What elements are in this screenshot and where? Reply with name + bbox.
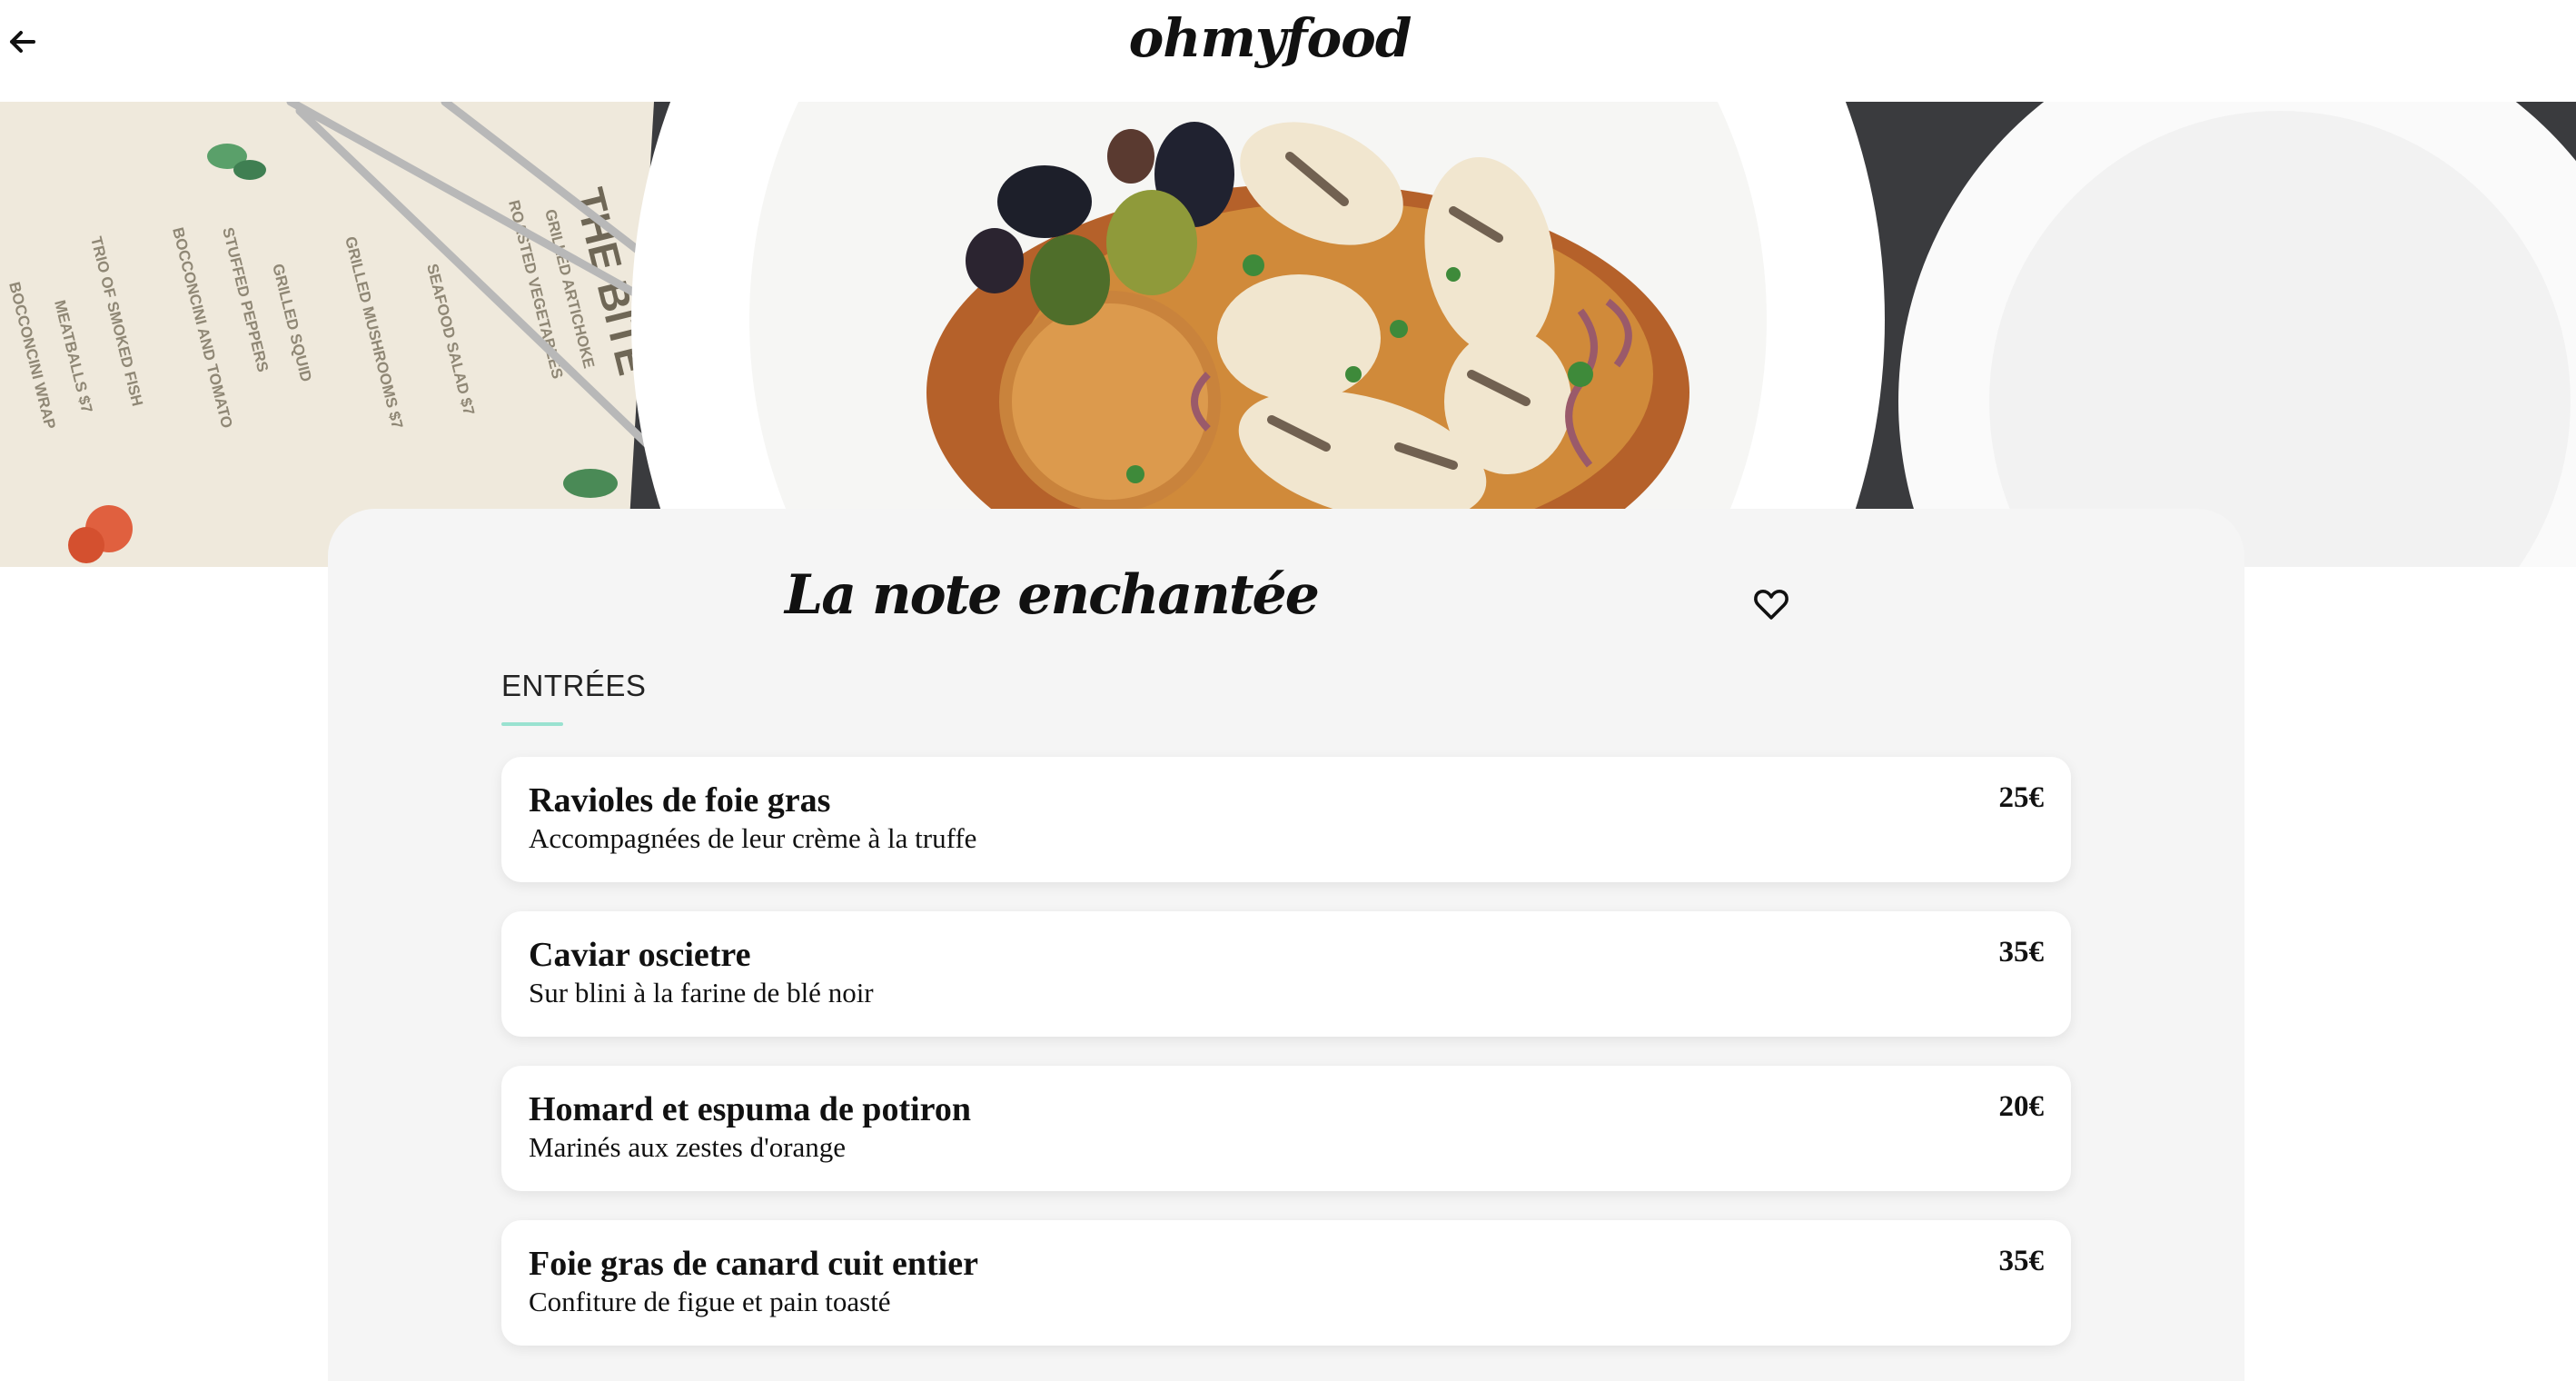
favorite-button[interactable]: [1753, 587, 1789, 621]
dish-description: Accompagnées de leur crème à la truffe: [529, 822, 977, 854]
brand-logo[interactable]: ohmyfood: [0, 7, 2540, 69]
dish-name: Ravioles de foie gras: [529, 781, 831, 820]
dish-list: Ravioles de foie gras Accompagnées de le…: [501, 757, 2071, 1375]
dish-name: Foie gras de canard cuit entier: [529, 1245, 978, 1283]
heart-outline-icon: [1754, 590, 1788, 620]
dish-description: Sur blini à la farine de blé noir: [529, 977, 874, 1008]
dish-price: 20€: [1998, 1090, 2045, 1123]
section-underline: [501, 722, 563, 726]
dish-name: Caviar oscietre: [529, 936, 751, 974]
dish-card[interactable]: Homard et espuma de potiron Marinés aux …: [501, 1066, 2071, 1191]
restaurant-title: La note enchantée: [785, 563, 1320, 627]
top-bar: ohmyfood: [0, 0, 2576, 102]
dish-card[interactable]: Foie gras de canard cuit entier Confitur…: [501, 1220, 2071, 1346]
dish-name: Homard et espuma de potiron: [529, 1090, 971, 1128]
dish-price: 25€: [1998, 781, 2045, 814]
dish-description: Marinés aux zestes d'orange: [529, 1131, 847, 1163]
dish-price: 35€: [1998, 1245, 2045, 1277]
dish-card[interactable]: Caviar oscietre Sur blini à la farine de…: [501, 911, 2071, 1037]
hero-image: THE BITE GRILLED ARTICHOKE ROASTED VEGET…: [0, 102, 2576, 567]
dish-description: Confiture de figue et pain toasté: [529, 1286, 891, 1317]
dish-price: 35€: [1998, 936, 2045, 969]
section-title: ENTRÉES: [501, 669, 647, 702]
dish-card[interactable]: Ravioles de foie gras Accompagnées de le…: [501, 757, 2071, 882]
